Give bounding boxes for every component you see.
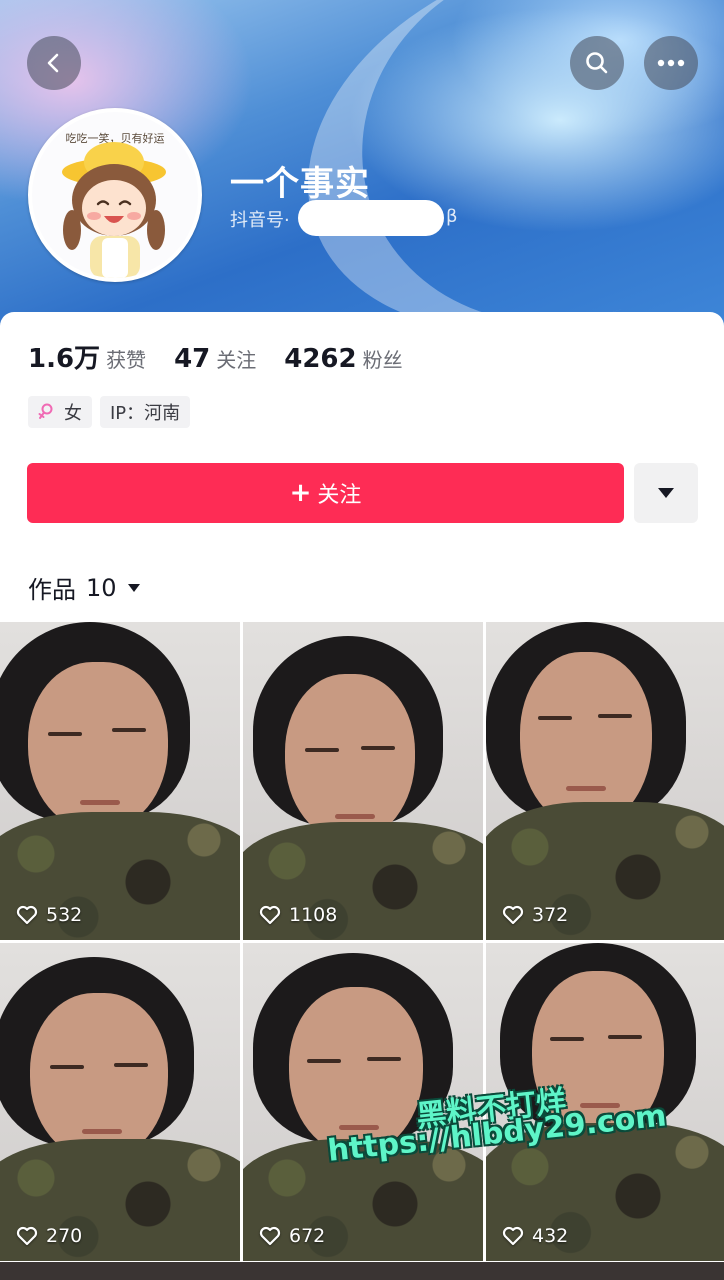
search-icon [586,52,608,74]
heart-icon [502,1226,524,1246]
search-button[interactable] [570,36,624,90]
video-likes-count: 372 [532,904,569,926]
stat-likes[interactable]: 1.6万 获赞 [28,338,146,375]
video-likes: 532 [16,904,82,926]
follow-button-label: 关注 [317,483,362,508]
video-likes: 372 [502,904,568,926]
plus-icon: + [289,478,312,508]
redacted-id [298,200,444,236]
heart-icon [259,905,281,925]
ip-tag: IP：河南 [100,396,191,428]
heart-icon [16,905,38,925]
stat-followers-value: 4262 [284,344,357,374]
gender-tag: 女 [28,396,92,428]
video-likes-count: 432 [532,1225,569,1247]
video-thumbnail[interactable]: 1108 [243,622,483,940]
stat-followers-label: 粉丝 [362,348,403,372]
stat-following[interactable]: 47 关注 [174,344,256,374]
video-likes-count: 1108 [289,904,338,926]
video-thumbnail[interactable]: 532 [0,622,240,940]
video-likes: 672 [259,1225,325,1247]
douyin-id-suffix: β [446,206,458,227]
follow-dropdown-button[interactable] [634,463,698,523]
gender-tag-label: 女 [64,403,82,424]
works-count: 10 [86,573,117,602]
video-likes-count: 532 [46,904,83,926]
avatar[interactable]: 吃吃一笑，贝有好运 [28,108,202,282]
douyin-id-label: 抖音号· [230,210,290,231]
works-label: 作品 [28,576,76,604]
profile-stats: 1.6万 获赞 47 关注 4262 粉丝 [28,338,431,375]
more-button[interactable] [644,36,698,90]
stat-likes-value: 1.6万 [28,344,101,374]
more-icon [657,59,685,67]
back-button[interactable] [27,36,81,90]
stat-following-label: 关注 [216,348,257,372]
stat-likes-label: 获赞 [106,348,147,372]
video-likes-count: 270 [46,1225,83,1247]
next-row-preview [0,1262,724,1280]
caret-down-icon [658,488,674,498]
caret-down-icon [127,583,140,592]
tab-works[interactable]: 作品 10 [28,570,141,605]
chevron-left-icon [47,53,59,73]
video-likes: 432 [502,1225,568,1247]
stat-following-value: 47 [174,344,211,374]
heart-icon [16,1226,38,1246]
heart-icon [259,1226,281,1246]
stat-followers[interactable]: 4262 粉丝 [284,344,402,374]
video-thumbnail[interactable]: 270 [0,943,240,1261]
video-thumbnail[interactable]: 372 [486,622,724,940]
female-icon [38,403,53,419]
video-grid: 532 1108 372 270 672 432 [0,622,724,1280]
video-likes: 270 [16,1225,82,1247]
heart-icon [502,905,524,925]
follow-button[interactable]: + 关注 [27,463,624,523]
video-likes: 1108 [259,904,337,926]
profile-tags: 女 IP：河南 [28,396,198,428]
ip-tag-label: IP：河南 [110,403,181,424]
profile-banner: 吃吃一笑，贝有好运 一个事实 抖音号· β [0,0,724,330]
video-likes-count: 672 [289,1225,326,1247]
avatar-illustration: 吃吃一笑，贝有好运 [32,112,198,278]
profile-name: 一个事实 [230,164,370,204]
